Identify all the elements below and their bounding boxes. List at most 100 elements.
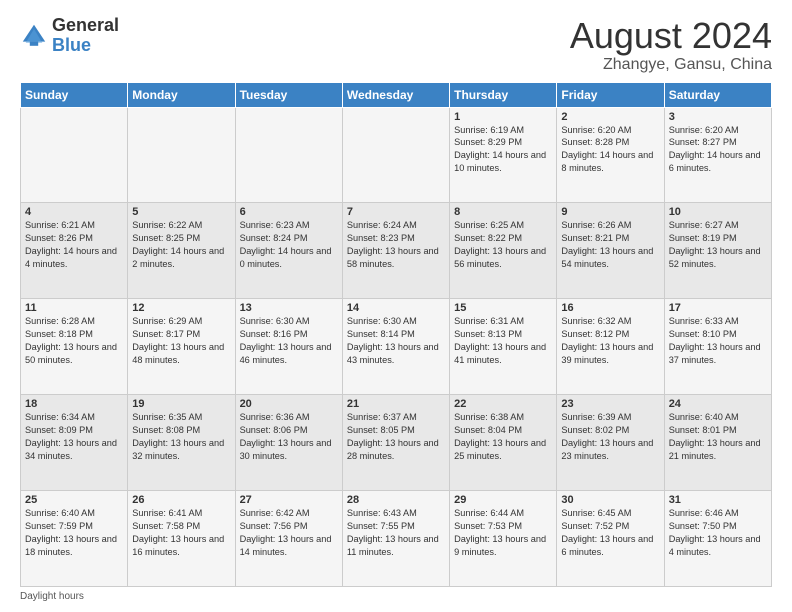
day-number: 26 — [132, 494, 230, 506]
day-cell: 20 Sunrise: 6:36 AMSunset: 8:06 PMDaylig… — [235, 395, 342, 491]
week-row-5: 25 Sunrise: 6:40 AMSunset: 7:59 PMDaylig… — [21, 491, 772, 587]
day-cell: 14 Sunrise: 6:30 AMSunset: 8:14 PMDaylig… — [342, 299, 449, 395]
day-info: Sunrise: 6:38 AMSunset: 8:04 PMDaylight:… — [454, 411, 552, 463]
day-cell: 7 Sunrise: 6:24 AMSunset: 8:23 PMDayligh… — [342, 203, 449, 299]
day-cell: 1 Sunrise: 6:19 AMSunset: 8:29 PMDayligh… — [450, 107, 557, 203]
day-cell: 24 Sunrise: 6:40 AMSunset: 8:01 PMDaylig… — [664, 395, 771, 491]
day-number: 8 — [454, 206, 552, 218]
day-info: Sunrise: 6:40 AMSunset: 7:59 PMDaylight:… — [25, 507, 123, 559]
day-number: 18 — [25, 398, 123, 410]
day-number: 28 — [347, 494, 445, 506]
day-info: Sunrise: 6:23 AMSunset: 8:24 PMDaylight:… — [240, 219, 338, 271]
day-number: 22 — [454, 398, 552, 410]
day-info: Sunrise: 6:42 AMSunset: 7:56 PMDaylight:… — [240, 507, 338, 559]
day-cell: 15 Sunrise: 6:31 AMSunset: 8:13 PMDaylig… — [450, 299, 557, 395]
footer-note: Daylight hours — [20, 591, 772, 602]
day-number: 2 — [561, 111, 659, 123]
day-cell — [21, 107, 128, 203]
day-number: 9 — [561, 206, 659, 218]
col-monday: Monday — [128, 82, 235, 107]
day-number: 11 — [25, 302, 123, 314]
subtitle: Zhangye, Gansu, China — [570, 56, 772, 74]
day-cell — [128, 107, 235, 203]
day-info: Sunrise: 6:44 AMSunset: 7:53 PMDaylight:… — [454, 507, 552, 559]
header-row: Sunday Monday Tuesday Wednesday Thursday… — [21, 82, 772, 107]
day-cell — [235, 107, 342, 203]
day-info: Sunrise: 6:19 AMSunset: 8:29 PMDaylight:… — [454, 124, 552, 176]
day-number: 15 — [454, 302, 552, 314]
day-cell: 13 Sunrise: 6:30 AMSunset: 8:16 PMDaylig… — [235, 299, 342, 395]
day-number: 13 — [240, 302, 338, 314]
day-cell: 3 Sunrise: 6:20 AMSunset: 8:27 PMDayligh… — [664, 107, 771, 203]
day-number: 21 — [347, 398, 445, 410]
day-cell: 5 Sunrise: 6:22 AMSunset: 8:25 PMDayligh… — [128, 203, 235, 299]
day-cell: 11 Sunrise: 6:28 AMSunset: 8:18 PMDaylig… — [21, 299, 128, 395]
day-info: Sunrise: 6:43 AMSunset: 7:55 PMDaylight:… — [347, 507, 445, 559]
day-number: 31 — [669, 494, 767, 506]
day-info: Sunrise: 6:35 AMSunset: 8:08 PMDaylight:… — [132, 411, 230, 463]
calendar-page: General Blue August 2024 Zhangye, Gansu,… — [0, 0, 792, 612]
main-title: August 2024 — [570, 16, 772, 56]
day-cell: 21 Sunrise: 6:37 AMSunset: 8:05 PMDaylig… — [342, 395, 449, 491]
day-info: Sunrise: 6:32 AMSunset: 8:12 PMDaylight:… — [561, 315, 659, 367]
week-row-4: 18 Sunrise: 6:34 AMSunset: 8:09 PMDaylig… — [21, 395, 772, 491]
day-cell: 17 Sunrise: 6:33 AMSunset: 8:10 PMDaylig… — [664, 299, 771, 395]
day-number: 30 — [561, 494, 659, 506]
day-number: 5 — [132, 206, 230, 218]
day-number: 24 — [669, 398, 767, 410]
day-info: Sunrise: 6:34 AMSunset: 8:09 PMDaylight:… — [25, 411, 123, 463]
day-info: Sunrise: 6:46 AMSunset: 7:50 PMDaylight:… — [669, 507, 767, 559]
week-row-1: 1 Sunrise: 6:19 AMSunset: 8:29 PMDayligh… — [21, 107, 772, 203]
day-cell: 4 Sunrise: 6:21 AMSunset: 8:26 PMDayligh… — [21, 203, 128, 299]
day-cell: 22 Sunrise: 6:38 AMSunset: 8:04 PMDaylig… — [450, 395, 557, 491]
logo-text: General Blue — [52, 16, 119, 56]
col-wednesday: Wednesday — [342, 82, 449, 107]
day-info: Sunrise: 6:25 AMSunset: 8:22 PMDaylight:… — [454, 219, 552, 271]
day-info: Sunrise: 6:30 AMSunset: 8:14 PMDaylight:… — [347, 315, 445, 367]
day-cell: 16 Sunrise: 6:32 AMSunset: 8:12 PMDaylig… — [557, 299, 664, 395]
day-info: Sunrise: 6:20 AMSunset: 8:27 PMDaylight:… — [669, 124, 767, 176]
day-number: 3 — [669, 111, 767, 123]
day-info: Sunrise: 6:41 AMSunset: 7:58 PMDaylight:… — [132, 507, 230, 559]
col-friday: Friday — [557, 82, 664, 107]
day-info: Sunrise: 6:45 AMSunset: 7:52 PMDaylight:… — [561, 507, 659, 559]
logo: General Blue — [20, 16, 119, 56]
title-block: August 2024 Zhangye, Gansu, China — [570, 16, 772, 74]
day-number: 19 — [132, 398, 230, 410]
day-cell: 2 Sunrise: 6:20 AMSunset: 8:28 PMDayligh… — [557, 107, 664, 203]
day-number: 6 — [240, 206, 338, 218]
day-cell: 29 Sunrise: 6:44 AMSunset: 7:53 PMDaylig… — [450, 491, 557, 587]
day-cell — [342, 107, 449, 203]
logo-icon — [20, 22, 48, 50]
day-info: Sunrise: 6:21 AMSunset: 8:26 PMDaylight:… — [25, 219, 123, 271]
day-info: Sunrise: 6:36 AMSunset: 8:06 PMDaylight:… — [240, 411, 338, 463]
day-number: 17 — [669, 302, 767, 314]
day-number: 10 — [669, 206, 767, 218]
calendar-table: Sunday Monday Tuesday Wednesday Thursday… — [20, 82, 772, 587]
day-cell: 27 Sunrise: 6:42 AMSunset: 7:56 PMDaylig… — [235, 491, 342, 587]
day-cell: 10 Sunrise: 6:27 AMSunset: 8:19 PMDaylig… — [664, 203, 771, 299]
day-info: Sunrise: 6:27 AMSunset: 8:19 PMDaylight:… — [669, 219, 767, 271]
col-sunday: Sunday — [21, 82, 128, 107]
day-number: 14 — [347, 302, 445, 314]
day-number: 7 — [347, 206, 445, 218]
day-cell: 9 Sunrise: 6:26 AMSunset: 8:21 PMDayligh… — [557, 203, 664, 299]
day-info: Sunrise: 6:20 AMSunset: 8:28 PMDaylight:… — [561, 124, 659, 176]
day-number: 1 — [454, 111, 552, 123]
day-info: Sunrise: 6:22 AMSunset: 8:25 PMDaylight:… — [132, 219, 230, 271]
day-info: Sunrise: 6:39 AMSunset: 8:02 PMDaylight:… — [561, 411, 659, 463]
header: General Blue August 2024 Zhangye, Gansu,… — [20, 16, 772, 74]
day-info: Sunrise: 6:40 AMSunset: 8:01 PMDaylight:… — [669, 411, 767, 463]
day-info: Sunrise: 6:31 AMSunset: 8:13 PMDaylight:… — [454, 315, 552, 367]
day-cell: 23 Sunrise: 6:39 AMSunset: 8:02 PMDaylig… — [557, 395, 664, 491]
week-row-3: 11 Sunrise: 6:28 AMSunset: 8:18 PMDaylig… — [21, 299, 772, 395]
col-saturday: Saturday — [664, 82, 771, 107]
day-info: Sunrise: 6:24 AMSunset: 8:23 PMDaylight:… — [347, 219, 445, 271]
day-number: 25 — [25, 494, 123, 506]
day-info: Sunrise: 6:26 AMSunset: 8:21 PMDaylight:… — [561, 219, 659, 271]
day-cell: 28 Sunrise: 6:43 AMSunset: 7:55 PMDaylig… — [342, 491, 449, 587]
day-cell: 30 Sunrise: 6:45 AMSunset: 7:52 PMDaylig… — [557, 491, 664, 587]
day-info: Sunrise: 6:29 AMSunset: 8:17 PMDaylight:… — [132, 315, 230, 367]
day-number: 29 — [454, 494, 552, 506]
day-info: Sunrise: 6:28 AMSunset: 8:18 PMDaylight:… — [25, 315, 123, 367]
